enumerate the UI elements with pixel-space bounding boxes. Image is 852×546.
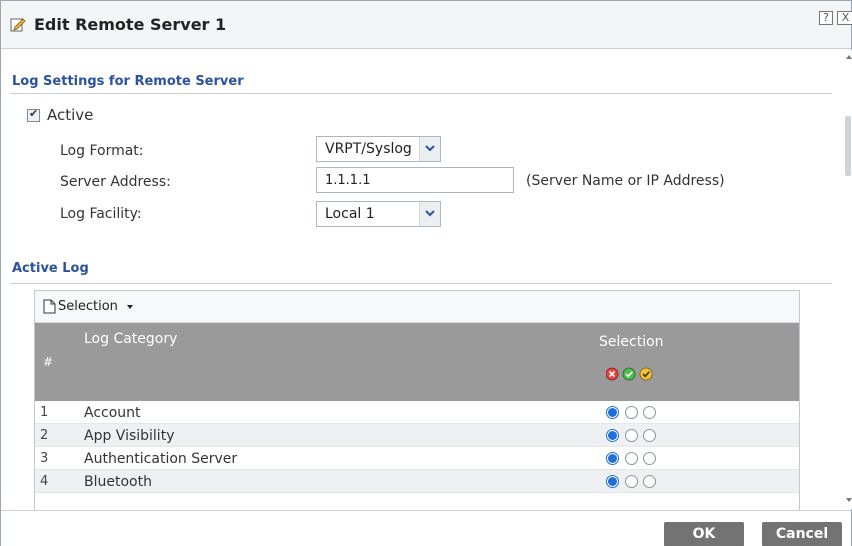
enable-radio[interactable] bbox=[625, 406, 638, 419]
scroll-down-arrow-icon[interactable] bbox=[846, 498, 852, 502]
selection-header-icons bbox=[605, 366, 668, 385]
column-header-log-category[interactable]: Log Category bbox=[84, 331, 177, 347]
disable-radio[interactable] bbox=[606, 406, 619, 419]
table-row[interactable]: 3 Authentication Server bbox=[35, 447, 799, 470]
scroll-up-arrow-icon[interactable] bbox=[846, 55, 852, 59]
server-address-input[interactable]: 1.1.1.1 bbox=[316, 167, 514, 193]
close-button[interactable]: X bbox=[837, 11, 852, 25]
dialog-content: Log Settings for Remote Server ✔ Active … bbox=[1, 50, 841, 510]
normal-all-icon[interactable] bbox=[639, 367, 653, 381]
row-number: 3 bbox=[40, 451, 49, 466]
document-icon bbox=[43, 299, 56, 314]
normal-radio[interactable] bbox=[643, 475, 656, 488]
enable-radio[interactable] bbox=[625, 475, 638, 488]
row-selection-radios bbox=[606, 404, 666, 420]
edit-icon bbox=[10, 18, 26, 32]
row-number: 1 bbox=[40, 405, 49, 420]
log-format-value: VRPT/Syslog bbox=[325, 141, 412, 157]
normal-radio[interactable] bbox=[643, 452, 656, 465]
normal-radio[interactable] bbox=[643, 406, 656, 419]
table-row[interactable]: 2 App Visibility bbox=[35, 424, 799, 447]
help-button[interactable]: ? bbox=[819, 11, 833, 25]
row-selection-radios bbox=[606, 427, 666, 443]
disable-radio[interactable] bbox=[606, 475, 619, 488]
row-number: 2 bbox=[40, 428, 49, 443]
table-row[interactable]: 4 Bluetooth bbox=[35, 470, 799, 493]
row-selection-radios bbox=[606, 473, 666, 489]
log-facility-select[interactable]: Local 1 bbox=[316, 201, 441, 227]
table-header: # Log Category Selection bbox=[35, 323, 799, 401]
active-checkbox[interactable]: ✔ bbox=[27, 107, 40, 122]
section-divider bbox=[10, 93, 832, 94]
section-divider bbox=[10, 283, 832, 284]
active-label: Active bbox=[47, 106, 94, 124]
enable-all-icon[interactable] bbox=[622, 367, 636, 381]
normal-radio[interactable] bbox=[643, 429, 656, 442]
ok-button[interactable]: OK bbox=[664, 522, 744, 546]
enable-radio[interactable] bbox=[625, 429, 638, 442]
log-facility-label: Log Facility: bbox=[60, 206, 142, 222]
dialog-titlebar: Edit Remote Server 1 ? X bbox=[1, 1, 852, 49]
row-number: 4 bbox=[40, 474, 49, 489]
row-log-category: Authentication Server bbox=[84, 451, 238, 467]
row-selection-radios bbox=[606, 450, 666, 466]
table-toolbar: Selection bbox=[35, 291, 799, 323]
log-facility-value: Local 1 bbox=[325, 206, 375, 222]
chevron-down-icon bbox=[419, 137, 440, 161]
column-header-selection: Selection bbox=[599, 334, 664, 350]
enable-radio[interactable] bbox=[625, 452, 638, 465]
chevron-down-icon bbox=[419, 202, 440, 226]
log-format-select[interactable]: VRPT/Syslog bbox=[316, 136, 441, 162]
column-header-number: # bbox=[43, 355, 54, 369]
active-log-table: Selection # Log Category Selection 1 Acc… bbox=[34, 290, 800, 510]
checkmark-icon: ✔ bbox=[29, 107, 39, 120]
row-log-category: Bluetooth bbox=[84, 474, 152, 490]
caret-down-icon[interactable] bbox=[127, 305, 133, 309]
scrollbar-thumb[interactable] bbox=[845, 116, 851, 176]
disable-radio[interactable] bbox=[606, 452, 619, 465]
server-address-hint: (Server Name or IP Address) bbox=[526, 173, 725, 189]
dialog-title: Edit Remote Server 1 bbox=[34, 15, 227, 34]
selection-menu-button[interactable]: Selection bbox=[58, 299, 118, 314]
disable-radio[interactable] bbox=[606, 429, 619, 442]
row-log-category: App Visibility bbox=[84, 428, 175, 444]
row-log-category: Account bbox=[84, 405, 141, 421]
edit-remote-server-dialog: Edit Remote Server 1 ? X Log Settings fo… bbox=[0, 0, 852, 546]
dialog-footer: OK Cancel bbox=[1, 510, 851, 546]
cancel-button[interactable]: Cancel bbox=[762, 522, 842, 546]
server-address-label: Server Address: bbox=[60, 174, 171, 190]
log-settings-section-title: Log Settings for Remote Server bbox=[12, 74, 244, 89]
table-row[interactable]: 1 Account bbox=[35, 401, 799, 424]
disable-all-icon[interactable] bbox=[605, 367, 619, 381]
log-format-label: Log Format: bbox=[60, 143, 144, 159]
active-log-section-title: Active Log bbox=[12, 261, 89, 276]
